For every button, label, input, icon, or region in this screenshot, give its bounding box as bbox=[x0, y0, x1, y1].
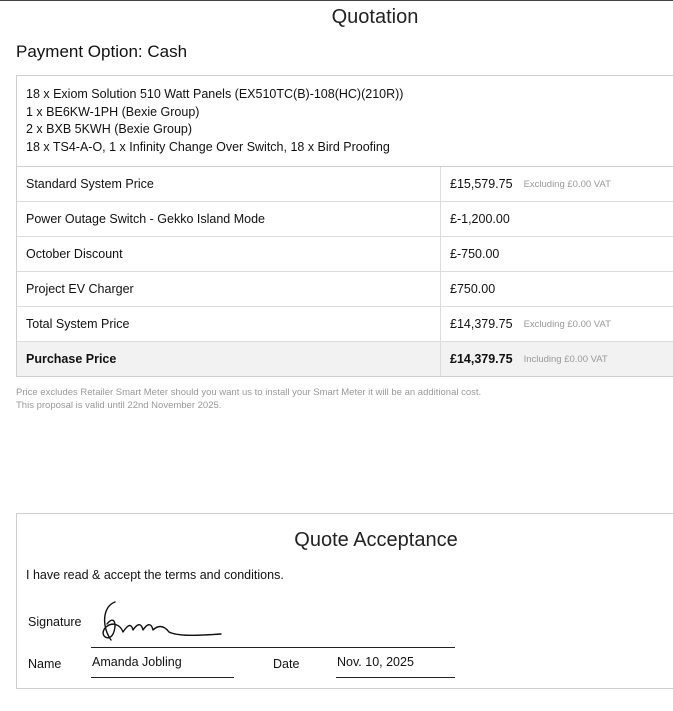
name-value: Amanda Jobling bbox=[92, 655, 182, 669]
table-row: Standard System Price £15,579.75 Excludin… bbox=[17, 167, 673, 202]
date-label: Date bbox=[273, 657, 300, 671]
vat-note: Excluding £0.00 VAT bbox=[523, 178, 611, 190]
vat-note: Including £0.00 VAT bbox=[523, 353, 608, 365]
signature-label: Signature bbox=[28, 615, 82, 629]
top-rule bbox=[0, 0, 673, 1]
quote-table: 18 x Exiom Solution 510 Watt Panels (EX5… bbox=[16, 75, 673, 377]
row-label: Total System Price bbox=[17, 307, 441, 341]
row-label: Standard System Price bbox=[17, 167, 441, 201]
date-value: Nov. 10, 2025 bbox=[337, 655, 414, 669]
name-line bbox=[91, 677, 234, 678]
row-value: £-1,200.00 bbox=[450, 212, 510, 226]
signature-image bbox=[102, 601, 222, 641]
row-label: Power Outage Switch - Gekko Island Mode bbox=[17, 202, 441, 236]
quote-acceptance-panel: Quote Acceptance I have read & accept th… bbox=[16, 513, 673, 689]
purchase-price-row: Purchase Price £14,379.75 Including £0.00… bbox=[17, 342, 673, 376]
items-list: 18 x Exiom Solution 510 Watt Panels (EX5… bbox=[17, 76, 673, 167]
name-label: Name bbox=[28, 657, 62, 671]
table-row: Project EV Charger £750.00 bbox=[17, 272, 673, 307]
note-line: This proposal is valid until 22nd Novemb… bbox=[16, 400, 222, 411]
page-title: Quotation bbox=[331, 6, 419, 28]
list-item: 18 x Exiom Solution 510 Watt Panels (EX5… bbox=[26, 87, 404, 101]
signature-line bbox=[91, 647, 455, 648]
row-value: £-750.00 bbox=[450, 247, 500, 261]
row-value: £750.00 bbox=[450, 282, 496, 296]
table-row: October Discount £-750.00 bbox=[17, 237, 673, 272]
vat-note: Excluding £0.00 VAT bbox=[523, 318, 611, 330]
note-line: Price excludes Retailer Smart Meter shou… bbox=[16, 387, 482, 398]
row-label: Purchase Price bbox=[17, 342, 441, 376]
table-row: Power Outage Switch - Gekko Island Mode … bbox=[17, 202, 673, 237]
list-item: 18 x TS4-A-O, 1 x Infinity Change Over S… bbox=[26, 139, 390, 154]
row-value: £14,379.75 bbox=[450, 352, 513, 366]
row-label: October Discount bbox=[17, 237, 441, 271]
row-label: Project EV Charger bbox=[17, 272, 441, 306]
payment-option-heading: Payment Option: Cash bbox=[16, 42, 188, 61]
list-item: 2 x BXB 5KWH (Bexie Group) bbox=[26, 122, 193, 136]
disclaimer-notes: Price excludes Retailer Smart Meter shou… bbox=[16, 386, 481, 412]
date-line bbox=[336, 677, 455, 678]
table-row: Total System Price £14,379.75 Excluding £… bbox=[17, 307, 673, 342]
row-value: £15,579.75 bbox=[450, 177, 513, 191]
acceptance-title: Quote Acceptance bbox=[294, 529, 458, 551]
terms-statement: I have read & accept the terms and condi… bbox=[26, 568, 284, 582]
list-item: 1 x BE6KW-1PH (Bexie Group) bbox=[26, 104, 200, 119]
row-value: £14,379.75 bbox=[450, 317, 513, 331]
